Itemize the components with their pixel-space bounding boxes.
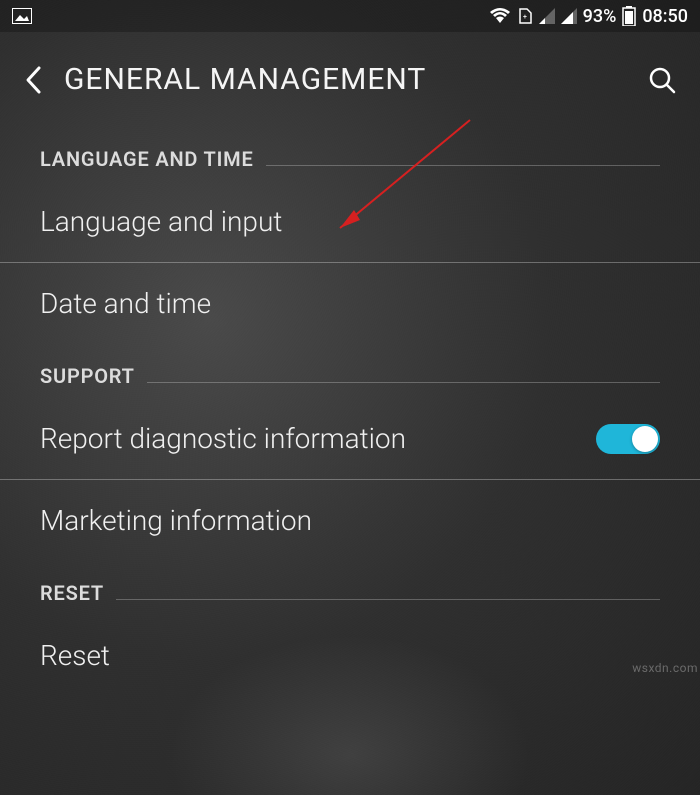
status-bar: + 93% 08:50 — [0, 0, 700, 32]
signal-icon-1 — [539, 8, 555, 24]
battery-percent-text: 93% — [583, 6, 617, 27]
section-header-reset: RESET — [0, 561, 700, 615]
item-label: Reset — [40, 639, 110, 672]
sim-icon: + — [517, 7, 533, 25]
item-label: Language and input — [40, 205, 282, 238]
page-title: GENERAL MANAGEMENT — [64, 62, 628, 97]
svg-text:+: + — [523, 13, 527, 21]
back-button[interactable] — [24, 65, 44, 95]
clock-text: 08:50 — [642, 6, 688, 27]
toggle-report-diagnostic[interactable] — [596, 424, 660, 454]
picture-icon — [12, 8, 32, 24]
battery-icon — [622, 6, 636, 26]
item-marketing-info[interactable]: Marketing information — [0, 480, 700, 561]
signal-icon-2 — [561, 8, 577, 24]
section-header-language-time: LANGUAGE AND TIME — [0, 127, 700, 181]
item-label: Marketing information — [40, 504, 312, 537]
toggle-knob — [632, 426, 658, 452]
item-language-input[interactable]: Language and input — [0, 181, 700, 263]
watermark-text: wsxdn.com — [632, 661, 698, 675]
item-date-time[interactable]: Date and time — [0, 263, 700, 344]
search-button[interactable] — [648, 66, 676, 94]
wifi-icon — [489, 7, 511, 25]
item-label: Date and time — [40, 287, 211, 320]
item-reset[interactable]: Reset — [0, 615, 700, 696]
section-header-support: SUPPORT — [0, 344, 700, 398]
item-report-diagnostic[interactable]: Report diagnostic information — [0, 398, 700, 480]
item-label: Report diagnostic information — [40, 422, 406, 455]
app-header: GENERAL MANAGEMENT — [0, 32, 700, 127]
